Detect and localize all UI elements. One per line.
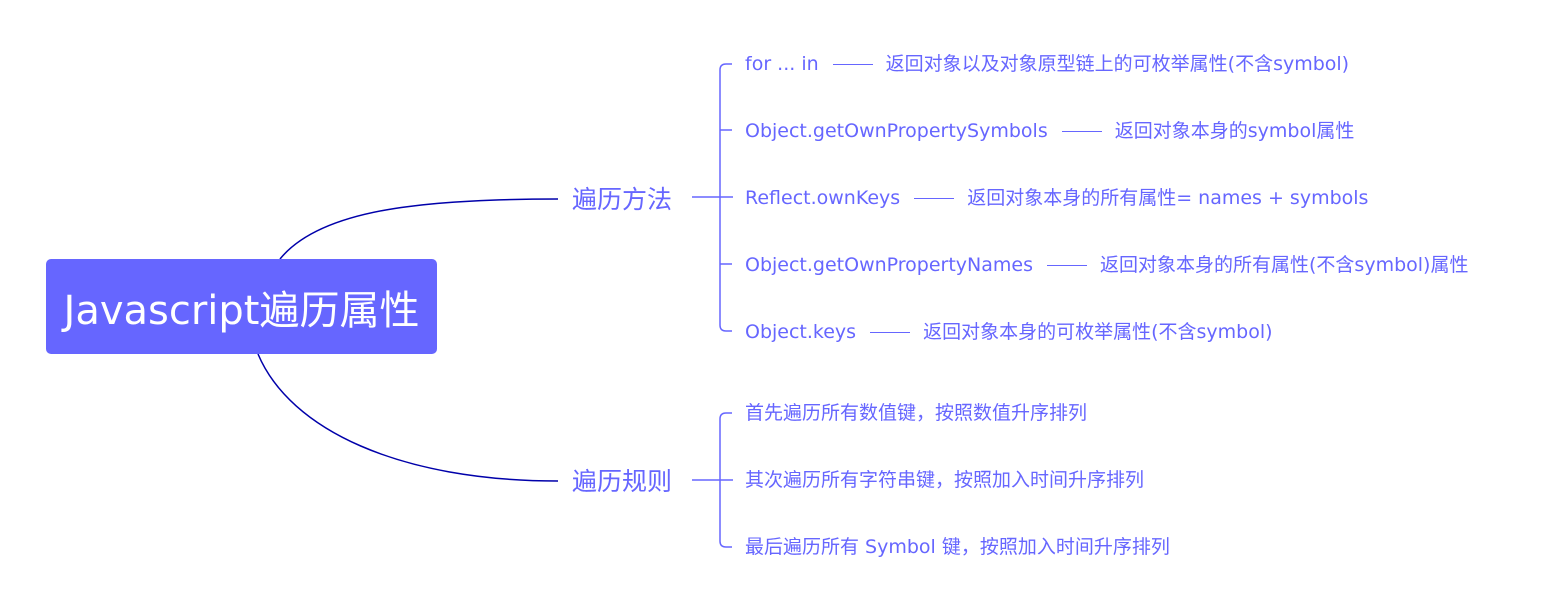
rules-bracket	[692, 412, 733, 548]
rule-item-symbol-keys[interactable]: 最后遍历所有 Symbol 键，按照加入时间升序排列	[745, 535, 1170, 559]
branch-traversal-methods[interactable]: 遍历方法	[572, 185, 672, 215]
method-term: for ... in	[745, 53, 819, 75]
dash-separator	[870, 331, 911, 333]
methods-bracket	[692, 63, 733, 332]
method-term: Object.getOwnPropertySymbols	[745, 120, 1048, 142]
connector-root-to-methods	[279, 198, 559, 260]
rule-text: 其次遍历所有字符串键，按照加入时间升序排列	[745, 469, 1145, 491]
method-item-reflect-own-keys[interactable]: Reflect.ownKeys 返回对象本身的所有属性= names + sym…	[745, 186, 1368, 210]
method-description: 返回对象以及对象原型链上的可枚举属性(不含symbol)	[885, 53, 1350, 75]
dash-separator	[914, 197, 955, 199]
method-term: Object.getOwnPropertyNames	[745, 254, 1034, 276]
connector-root-to-rules	[257, 353, 559, 482]
method-item-get-own-property-names[interactable]: Object.getOwnPropertyNames 返回对象本身的所有属性(不…	[745, 253, 1468, 277]
dash-separator	[1047, 264, 1088, 266]
method-term: Object.keys	[745, 321, 857, 343]
rule-text: 最后遍历所有 Symbol 键，按照加入时间升序排列	[745, 536, 1170, 558]
dash-separator	[1061, 130, 1102, 132]
rule-item-string-keys[interactable]: 其次遍历所有字符串键，按照加入时间升序排列	[745, 468, 1144, 492]
rule-text: 首先遍历所有数值键，按照数值升序排列	[745, 402, 1088, 424]
method-description: 返回对象本身的可枚举属性(不含symbol)	[923, 321, 1273, 343]
dash-separator	[832, 63, 873, 65]
branch-traversal-rules[interactable]: 遍历规则	[572, 467, 672, 497]
method-description: 返回对象本身的symbol属性	[1114, 120, 1355, 142]
method-description: 返回对象本身的所有属性(不含symbol)属性	[1100, 254, 1469, 276]
method-term: Reflect.ownKeys	[745, 187, 901, 209]
rule-item-numeric-keys[interactable]: 首先遍历所有数值键，按照数值升序排列	[745, 401, 1087, 425]
method-item-get-own-property-symbols[interactable]: Object.getOwnPropertySymbols 返回对象本身的symb…	[745, 119, 1354, 143]
method-item-object-keys[interactable]: Object.keys 返回对象本身的可枚举属性(不含symbol)	[745, 320, 1273, 344]
root-node[interactable]: Javascript遍历属性	[46, 259, 437, 354]
method-description: 返回对象本身的所有属性= names + symbols	[967, 187, 1369, 209]
root-title: Javascript遍历属性	[63, 287, 420, 334]
method-item-for-in[interactable]: for ... in 返回对象以及对象原型链上的可枚举属性(不含symbol)	[745, 52, 1349, 76]
